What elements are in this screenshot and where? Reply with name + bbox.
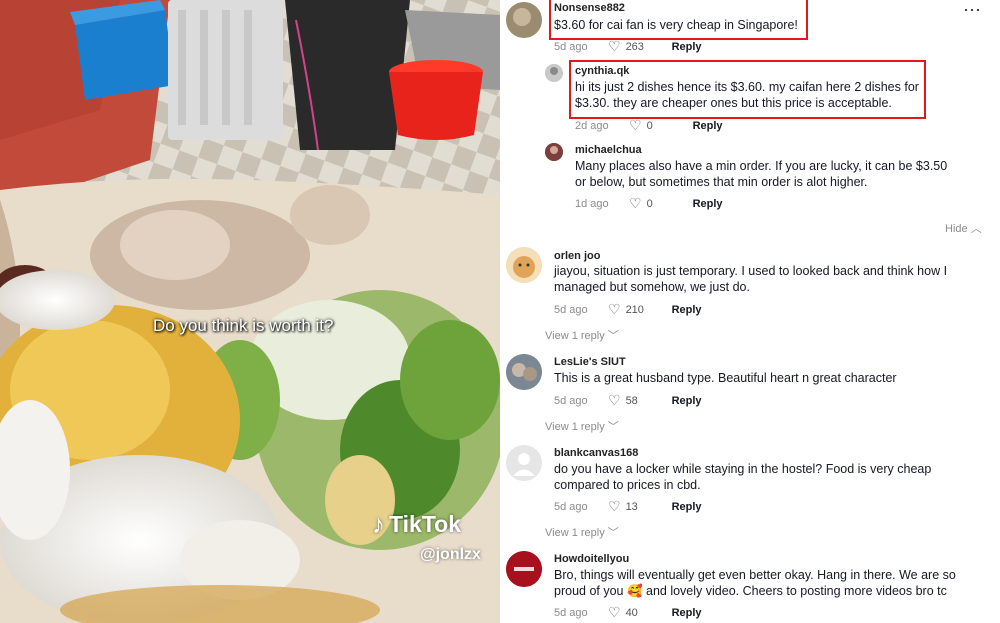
avatar[interactable] xyxy=(506,2,542,38)
comment-meta: 5d ago ♡ 13 Reply xyxy=(554,498,702,515)
avatar[interactable] xyxy=(506,247,542,283)
comment-text: This is a great husband type. Beautiful … xyxy=(554,371,897,385)
like-heart-icon[interactable]: ♡ xyxy=(608,498,621,515)
like-heart-icon[interactable]: ♡ xyxy=(608,604,621,621)
comment-date: 5d ago xyxy=(554,500,588,513)
comments-panel: ⋯ Nonsense882 $3.60 for cai fan is very … xyxy=(500,0,1000,623)
more-options-icon[interactable]: ⋯ xyxy=(963,0,982,21)
hide-replies-button[interactable]: Hide ︿ xyxy=(945,220,982,236)
comment-text: jiayou, situation is just temporary. I u… xyxy=(554,264,948,294)
view-replies-label: View 1 reply xyxy=(545,421,605,433)
view-replies-button[interactable]: View 1 reply ﹀ xyxy=(545,418,619,434)
view-replies-button[interactable]: View 1 reply ﹀ xyxy=(545,524,619,540)
view-replies-button[interactable]: View 1 reply ﹀ xyxy=(545,327,619,343)
comment-username[interactable]: Howdoitellyou xyxy=(554,553,629,565)
avatar[interactable] xyxy=(506,551,542,587)
comment-date: 1d ago xyxy=(575,197,609,210)
tiktok-logo-text: TikTok xyxy=(389,511,461,537)
comment-meta: 1d ago ♡ 0 Reply xyxy=(575,195,723,212)
comment-username[interactable]: LesLie's SlUT xyxy=(554,356,626,368)
like-heart-icon[interactable]: ♡ xyxy=(629,117,642,134)
like-count: 210 xyxy=(625,303,644,316)
reply-button[interactable]: Reply xyxy=(672,501,702,513)
comment-date: 5d ago xyxy=(554,40,588,53)
reply-button[interactable]: Reply xyxy=(672,304,702,316)
avatar-image-icon xyxy=(545,64,563,82)
video-frame[interactable]: Do you think is worth it? ♪ TikTok @jonl… xyxy=(0,0,500,623)
hide-label: Hide xyxy=(945,223,968,235)
like-count: 0 xyxy=(646,197,653,210)
reply-button[interactable]: Reply xyxy=(672,41,702,53)
comment-date: 2d ago xyxy=(575,119,609,132)
tiktok-logo: ♪ TikTok xyxy=(372,509,461,540)
comment-meta: 5d ago ♡ 58 Reply xyxy=(554,392,702,409)
like-count: 58 xyxy=(625,394,638,407)
like-heart-icon[interactable]: ♡ xyxy=(608,392,621,409)
logo-avatar-icon xyxy=(506,551,542,587)
avatar-image-icon xyxy=(545,143,563,161)
comment-text: Bro, things will eventually get even bet… xyxy=(554,568,956,598)
avatar[interactable] xyxy=(545,64,563,82)
avatar-image-icon xyxy=(506,354,542,390)
comment-text: Many places also have a min order. If yo… xyxy=(575,159,948,189)
like-heart-icon[interactable]: ♡ xyxy=(608,38,621,55)
comment-username[interactable]: orlen joo xyxy=(554,250,600,262)
comment-text: do you have a locker while staying in th… xyxy=(554,462,932,492)
comment-date: 5d ago xyxy=(554,303,588,316)
avatar-image-icon xyxy=(506,2,542,38)
dog-avatar-icon xyxy=(506,247,542,283)
chevron-up-icon: ︿ xyxy=(970,223,982,235)
avatar[interactable] xyxy=(506,354,542,390)
reply-button[interactable]: Reply xyxy=(672,395,702,407)
highlight-box xyxy=(569,60,926,119)
comment-meta: 2d ago ♡ 0 Reply xyxy=(575,117,723,134)
comment-meta: 5d ago ♡ 40 Reply xyxy=(554,604,702,621)
avatar[interactable] xyxy=(506,445,542,481)
view-replies-label: View 1 reply xyxy=(545,330,605,342)
comment-date: 5d ago xyxy=(554,606,588,619)
comment-date: 5d ago xyxy=(554,394,588,407)
comment-username[interactable]: blankcanvas168 xyxy=(554,447,638,459)
like-count: 40 xyxy=(625,606,638,619)
tiktok-note-icon: ♪ xyxy=(372,509,385,539)
chevron-down-icon: ﹀ xyxy=(607,330,619,342)
like-count: 263 xyxy=(625,40,644,53)
highlight-box xyxy=(549,0,808,40)
like-heart-icon[interactable]: ♡ xyxy=(629,195,642,212)
like-heart-icon[interactable]: ♡ xyxy=(608,301,621,318)
reply-button[interactable]: Reply xyxy=(693,198,723,210)
chevron-down-icon: ﹀ xyxy=(607,527,619,539)
reply-button[interactable]: Reply xyxy=(693,120,723,132)
comment-meta: 5d ago ♡ 210 Reply xyxy=(554,301,702,318)
like-count: 0 xyxy=(646,119,653,132)
avatar[interactable] xyxy=(545,143,563,161)
like-count: 13 xyxy=(625,500,638,513)
video-caption: Do you think is worth it? xyxy=(153,316,334,335)
default-avatar-icon xyxy=(506,445,542,481)
creator-handle: @jonlzx xyxy=(420,546,481,563)
chevron-down-icon: ﹀ xyxy=(607,421,619,433)
reply-button[interactable]: Reply xyxy=(672,607,702,619)
view-replies-label: View 1 reply xyxy=(545,527,605,539)
comment-meta: 5d ago ♡ 263 Reply xyxy=(554,38,702,55)
comment-username[interactable]: michaelchua xyxy=(575,144,642,156)
